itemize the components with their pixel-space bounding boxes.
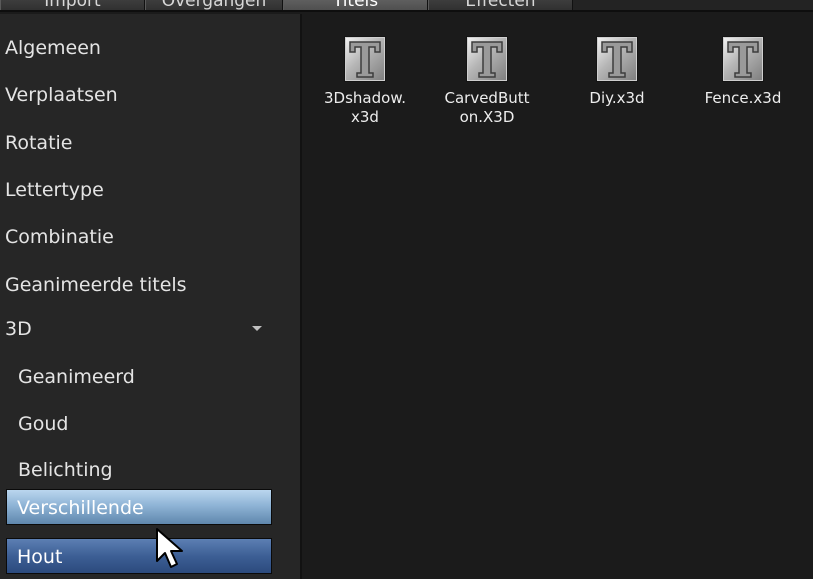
sidebar-item-verplaatsen[interactable]: Verplaatsen	[0, 73, 300, 117]
sidebar-item-verschillende[interactable]: Verschillende	[6, 489, 272, 525]
template-grid: 3Dshadow.x3d CarvedButton.X3D Diy.x3d Fe…	[304, 14, 813, 579]
sidebar-item-rotatie[interactable]: Rotatie	[0, 121, 300, 165]
sidebar-item-3d-label: 3D	[5, 318, 32, 340]
mouse-cursor-icon	[156, 528, 183, 568]
sidebar-item-geanimeerde-titels[interactable]: Geanimeerde titels	[0, 263, 300, 307]
tab-overgangen[interactable]: Overgangen	[145, 0, 283, 10]
chevron-down-icon[interactable]	[252, 326, 262, 331]
tab-effecten[interactable]: Effecten	[428, 0, 573, 10]
title-template-icon	[596, 36, 638, 82]
sidebar-item-goud[interactable]: Goud	[0, 402, 300, 446]
template-tile-3dshadow[interactable]: 3Dshadow.x3d	[318, 36, 412, 127]
template-filename: Diy.x3d	[589, 89, 645, 107]
tab-titels[interactable]: Titels	[283, 0, 428, 10]
template-tile-carvedbutton[interactable]: CarvedButton.X3D	[440, 36, 534, 127]
title-template-icon	[466, 36, 508, 82]
sidebar-item-algemeen[interactable]: Algemeen	[0, 26, 300, 70]
tab-bar-filler	[573, 0, 813, 10]
sidebar-item-belichting[interactable]: Belichting	[0, 448, 300, 492]
sidebar-item-combinatie[interactable]: Combinatie	[0, 215, 300, 259]
template-tile-diy[interactable]: Diy.x3d	[570, 36, 664, 108]
tab-bar: Import Overgangen Titels Effecten	[0, 0, 813, 12]
template-filename: 3Dshadow.x3d	[324, 89, 406, 126]
sidebar-item-3d[interactable]: 3D	[0, 307, 300, 351]
sidebar-item-hout[interactable]: Hout	[6, 538, 272, 574]
titles-browser-window: Import Overgangen Titels Effecten Algeme…	[0, 0, 813, 579]
category-sidebar: Algemeen Verplaatsen Rotatie Lettertype …	[0, 14, 302, 579]
title-template-icon	[344, 36, 386, 82]
template-filename: Fence.x3d	[704, 89, 782, 107]
template-filename: CarvedButton.X3D	[444, 89, 530, 126]
tab-import[interactable]: Import	[0, 0, 145, 10]
sidebar-item-lettertype[interactable]: Lettertype	[0, 168, 300, 212]
template-tile-fence[interactable]: Fence.x3d	[696, 36, 790, 108]
title-template-icon	[722, 36, 764, 82]
sidebar-item-geanimeerd[interactable]: Geanimeerd	[0, 355, 300, 399]
